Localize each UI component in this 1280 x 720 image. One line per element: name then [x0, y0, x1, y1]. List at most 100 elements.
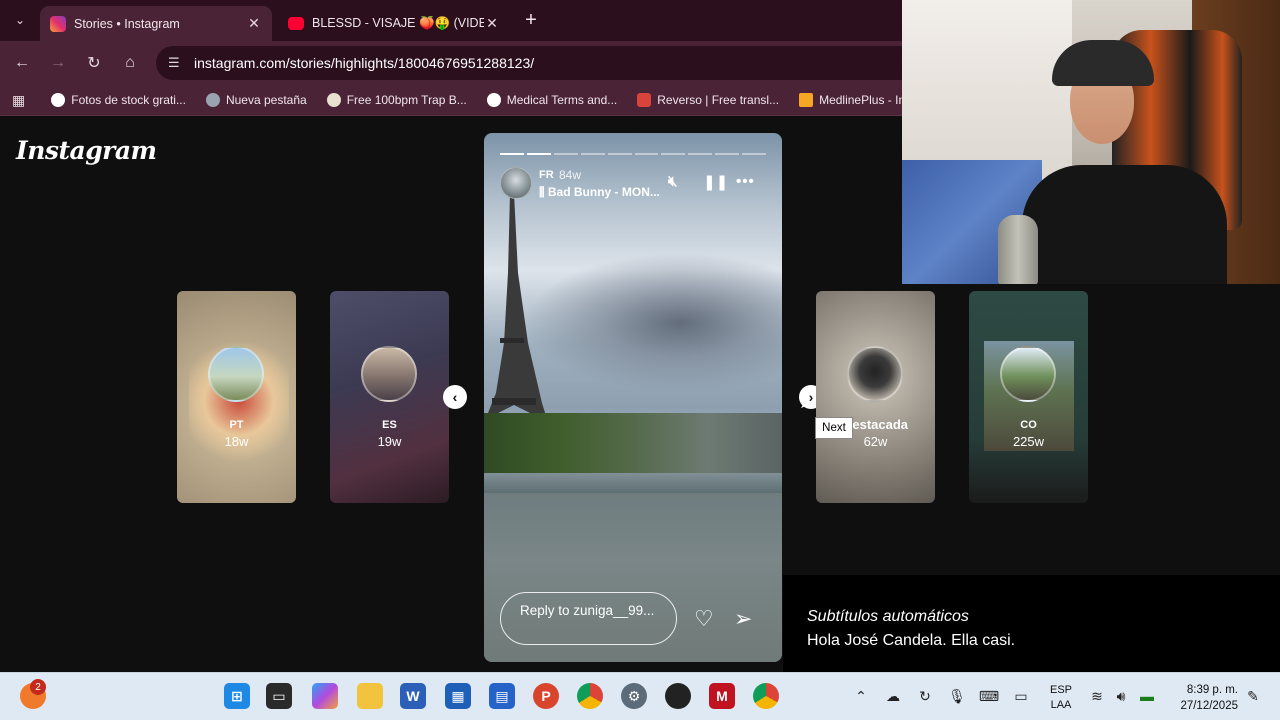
settings-gear-icon[interactable]: ⚙: [621, 683, 647, 709]
bookmark-item[interactable]: Medical Terms and...: [486, 93, 617, 107]
instagram-logo[interactable]: Instagram: [16, 136, 157, 165]
instagram-favicon-icon: [50, 15, 66, 32]
close-tab-icon[interactable]: ✕: [246, 15, 262, 32]
highlight-label: ES: [382, 419, 397, 431]
bookmark-item[interactable]: Nueva pestaña: [205, 93, 307, 107]
bookmark-favicon-icon: [51, 93, 66, 107]
story-progress-bar: [500, 153, 767, 155]
battery-icon[interactable]: ▬: [1138, 687, 1156, 705]
live-captions-panel: Subtítulos automáticos Hola José Candela…: [783, 575, 1280, 672]
mcafee-icon[interactable]: M: [709, 683, 735, 709]
progress-segment: [607, 153, 632, 155]
highlight-label: CO: [1020, 419, 1037, 431]
story-timestamp: 84w: [559, 168, 582, 182]
progress-segment: [553, 153, 578, 155]
highlight-card-co[interactable]: CO 225w: [969, 291, 1088, 503]
home-icon[interactable]: ⌂: [118, 51, 142, 75]
highlight-avatar: [847, 346, 903, 402]
tab-search-chevron-icon[interactable]: ⌄: [8, 8, 32, 32]
progress-segment: [715, 153, 740, 155]
media-app-icon[interactable]: [665, 683, 691, 709]
file-explorer-icon[interactable]: [357, 683, 383, 709]
bookmarks-bar: ▦ Fotos de stock grati... Nueva pestaña …: [0, 85, 902, 116]
story-highlight-name[interactable]: FR: [539, 169, 554, 181]
chrome-icon[interactable]: [577, 683, 603, 709]
story-avatar[interactable]: [500, 167, 532, 199]
windows-taskbar: 2 ⊞ ▭ W ▦ ▤ P ⚙ M ⌃ ☁ ↻ 🎙︎ ⌨ ▭ ESP LAA ≋…: [0, 672, 1280, 720]
powerpoint-icon[interactable]: P: [533, 683, 559, 709]
back-arrow-icon[interactable]: ←: [10, 51, 34, 75]
progress-segment: [661, 153, 686, 155]
highlight-card-es[interactable]: ES 19w: [330, 291, 449, 503]
captions-title: Subtítulos automáticos: [807, 608, 969, 625]
highlight-card-destacada[interactable]: Destacada 62w: [816, 291, 935, 503]
system-clock[interactable]: 8:39 p. m. 27/12/2025: [1176, 682, 1238, 714]
mouse-pointer-icon: ➤: [799, 392, 815, 412]
tab-title: BLESSD - VISAJE 🍑🤑 (VIDEO: [312, 16, 484, 30]
pause-icon[interactable]: ❚❚: [703, 173, 728, 191]
story-music[interactable]: ⫼ Bad Bunny - MON...: [539, 185, 660, 200]
highlight-avatar: [361, 346, 417, 402]
keyboard-icon[interactable]: ⌨: [979, 687, 999, 705]
music-bars-icon: ⫼: [539, 185, 548, 199]
progress-segment: [526, 153, 551, 155]
mute-icon[interactable]: 🔇︎: [668, 173, 677, 190]
tab-title: Stories • Instagram: [74, 16, 180, 31]
site-settings-icon[interactable]: ☰: [168, 55, 184, 71]
address-bar[interactable]: ☰ instagram.com/stories/highlights/18004…: [156, 46, 902, 80]
tab-youtube[interactable]: BLESSD - VISAJE 🍑🤑 (VIDEO ✕: [278, 6, 510, 41]
highlight-age: 18w: [224, 434, 249, 449]
clock-date: 27/12/2025: [1180, 700, 1238, 712]
notification-badge: 2: [30, 679, 46, 695]
bookmark-item[interactable]: Free 100bpm Trap B...: [326, 93, 467, 107]
close-tab-icon[interactable]: ✕: [484, 15, 500, 32]
more-options-icon[interactable]: •••: [736, 173, 755, 190]
highlight-card-pt[interactable]: PT 18w: [177, 291, 296, 503]
clock-time: 8:39 p. m.: [1186, 684, 1238, 696]
reply-input[interactable]: Reply to zuniga__99...: [500, 592, 677, 645]
story-viewer[interactable]: FR 84w ⫼ Bad Bunny - MON... 🔇︎ ❚❚ ••• Re…: [484, 133, 782, 662]
calendar-icon[interactable]: ▤: [489, 683, 515, 709]
bookmark-item[interactable]: Fotos de stock grati...: [51, 93, 186, 107]
volume-icon[interactable]: 🔊︎: [1112, 687, 1130, 705]
bookmark-favicon-icon: [486, 93, 501, 107]
copilot-icon[interactable]: [312, 683, 338, 709]
bookmark-item[interactable]: Reverso | Free transl...: [637, 93, 779, 107]
battery-saver-icon[interactable]: ▭: [1012, 687, 1030, 705]
globe-icon: [205, 93, 220, 107]
input-language[interactable]: ESP LAA: [1048, 683, 1074, 713]
previous-chevron-icon[interactable]: ‹: [443, 385, 467, 409]
chrome-profile-icon[interactable]: [753, 683, 779, 709]
youtube-favicon-icon: [288, 17, 304, 30]
browser-tab-strip: ⌄ Stories • Instagram ✕ BLESSD - VISAJE …: [0, 0, 902, 41]
bookmark-item[interactable]: MedlinePlus - Inf: [799, 93, 902, 107]
new-tab-plus-icon[interactable]: +: [520, 9, 542, 31]
progress-segment: [580, 153, 605, 155]
bookmark-favicon-icon: [637, 93, 652, 107]
bookmark-favicon-icon: [326, 93, 341, 107]
notifications-icon[interactable]: ✎: [1244, 687, 1262, 705]
reload-icon[interactable]: ↻: [82, 51, 106, 75]
progress-segment: [688, 153, 713, 155]
highlight-avatar: [208, 346, 264, 402]
store-icon[interactable]: ▦: [445, 683, 471, 709]
onedrive-off-icon[interactable]: ☁: [884, 687, 902, 705]
tab-instagram[interactable]: Stories • Instagram ✕: [40, 6, 272, 41]
story-header: FR 84w ⫼ Bad Bunny - MON... 🔇︎ ❚❚ •••: [500, 167, 766, 201]
send-icon[interactable]: ➢: [734, 606, 752, 632]
wifi-icon[interactable]: ≋: [1088, 687, 1106, 705]
microphone-icon[interactable]: 🎙︎: [948, 687, 966, 705]
word-icon[interactable]: W: [400, 683, 426, 709]
windows-start-icon[interactable]: ⊞: [224, 683, 250, 709]
highlight-avatar: [1000, 346, 1056, 402]
sync-icon[interactable]: ↻: [916, 687, 934, 705]
forward-arrow-icon[interactable]: →: [46, 51, 70, 75]
language-code: ESP: [1049, 684, 1072, 696]
heart-icon[interactable]: ♡: [694, 606, 714, 632]
task-view-icon[interactable]: ▭: [266, 683, 292, 709]
progress-segment: [500, 153, 524, 155]
apps-grid-icon[interactable]: ▦: [12, 92, 25, 109]
progress-segment: [742, 153, 767, 155]
language-layout: LAA: [1050, 699, 1072, 711]
chevron-up-icon[interactable]: ⌃: [852, 687, 870, 705]
